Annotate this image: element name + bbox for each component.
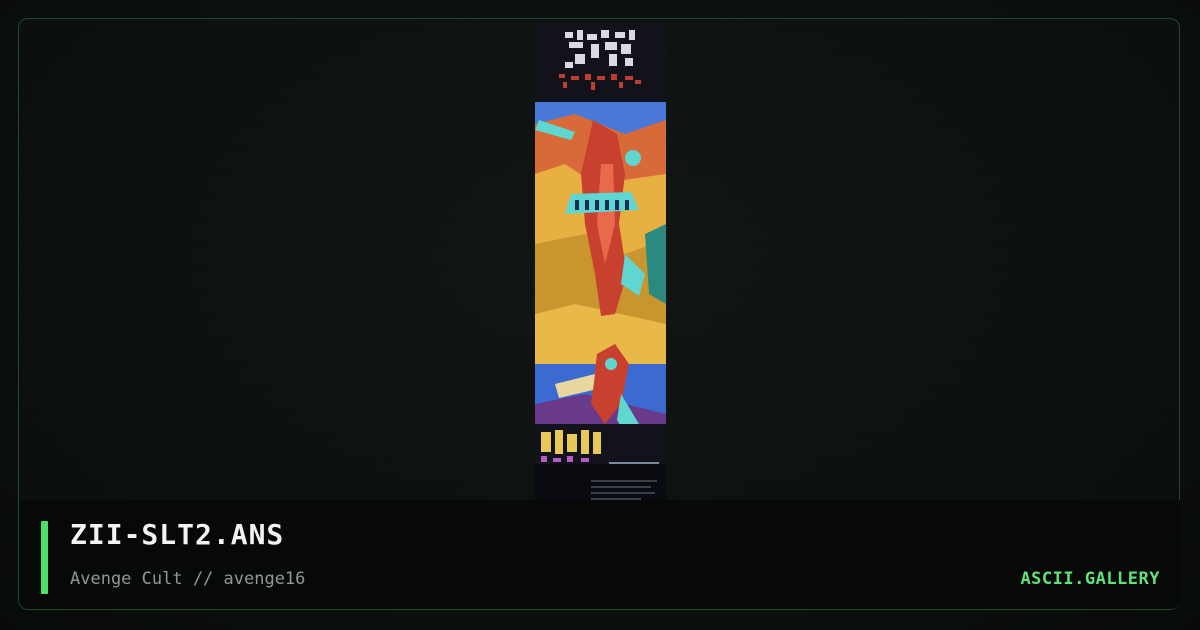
artwork-title[interactable]: ZII-SLT2.ANS xyxy=(70,521,284,549)
ansi-art-thumbnail-icon xyxy=(535,24,666,500)
artwork-preview[interactable] xyxy=(535,24,666,500)
accent-bar xyxy=(41,521,48,594)
site-brand-link[interactable]: ASCII.GALLERY xyxy=(1020,571,1160,588)
info-bar: ZII-SLT2.ANS Avenge Cult // avenge16 ASC… xyxy=(19,500,1180,609)
artwork-byline[interactable]: Avenge Cult // avenge16 xyxy=(70,571,305,588)
share-card: ZII-SLT2.ANS Avenge Cult // avenge16 ASC… xyxy=(0,0,1200,630)
